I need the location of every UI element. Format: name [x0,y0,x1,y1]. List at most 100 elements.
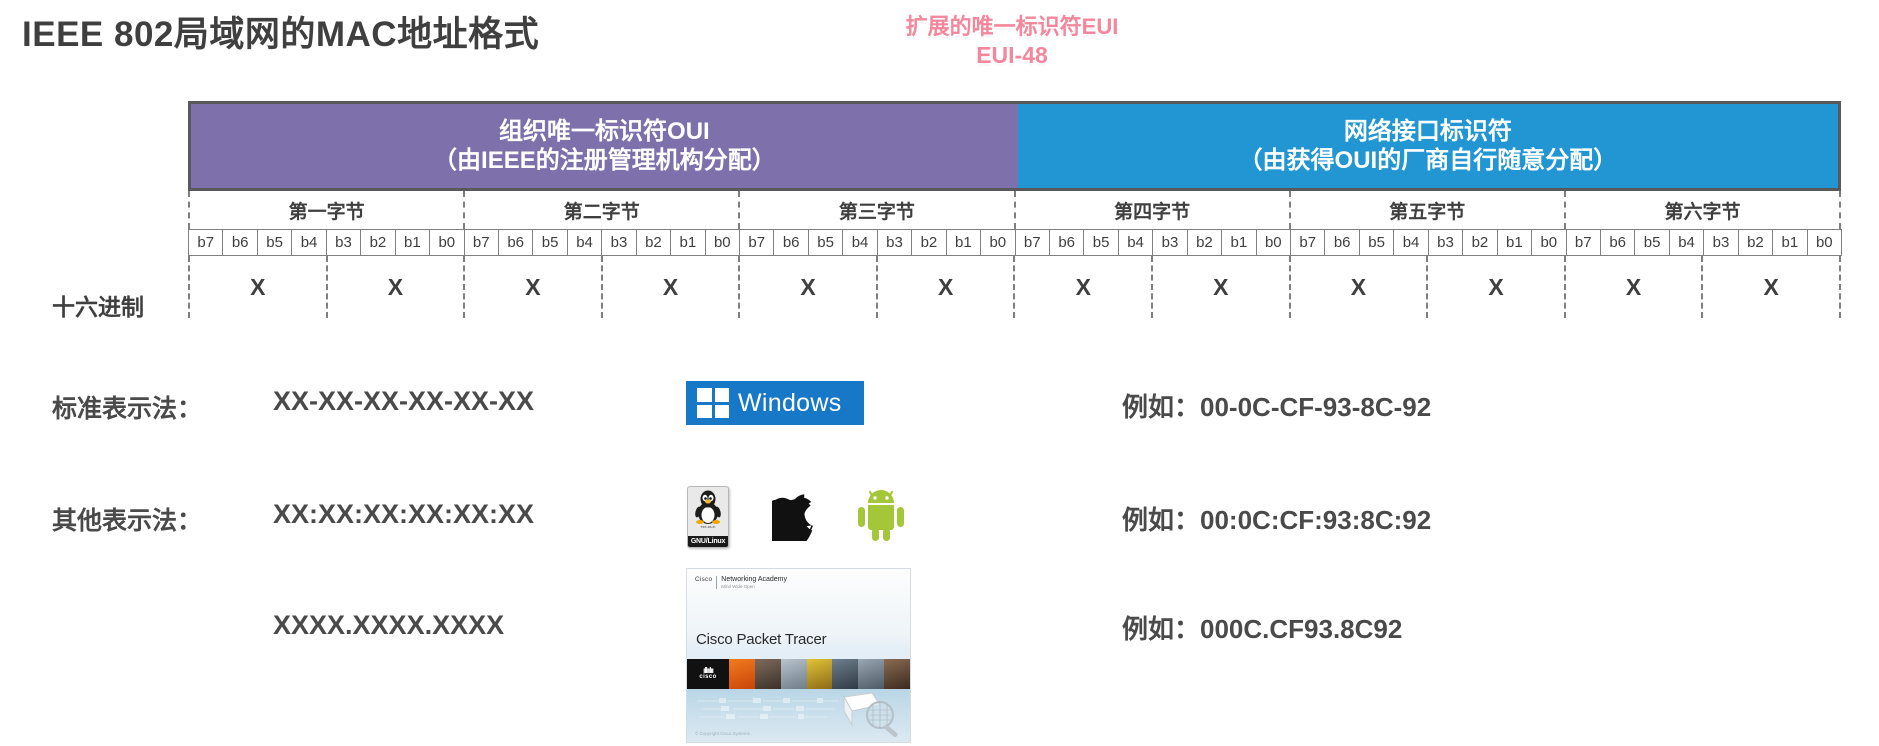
hex-digit-mark: X [1563,256,1702,318]
bit-cell: b4 [1393,229,1429,256]
page-title: IEEE 802局域网的MAC地址格式 [22,15,540,54]
eui-caption-line1: 扩展的唯一标识符EUI [905,14,1119,39]
bit-group: b7 b6 b5 b4 b3 b2 b1 b0 [188,229,465,256]
oui-subtitle: （由IEEE的注册管理机构分配） [433,147,776,174]
photo-tile [832,659,859,689]
hex-digit-mark: X [325,256,464,318]
bit-cell: b2 [360,229,396,256]
cisco-logo-icon: ıllıılıı cisco [687,659,729,689]
byte-header: 第一字节 [188,191,463,229]
bit-group: b7 b6 b5 b4 b3 b2 b1 b0 [1014,229,1291,256]
other-notation-label: 其他表示法： [52,507,203,535]
eui-caption: 扩展的唯一标识符EUI EUI-48 [862,14,1162,69]
windows-logo-text: Windows [738,388,842,417]
hex-digit-mark: X [1151,256,1289,318]
bit-cell: b0 [429,229,465,256]
address-banner: 组织唯一标识符OUI （由IEEE的注册管理机构分配） 网络接口标识符 （由获得… [188,101,1841,191]
nic-subtitle: （由获得OUI的厂商自行随意分配） [1238,147,1618,174]
mind-wide-open-text: Mind Wide Open [721,584,755,589]
byte-bit-grid: 第一字节 第二字节 第三字节 第四字节 第五字节 第六字节 b7 b6 b5 b4 b3 b2 b1 b… [188,191,1842,318]
photo-tile [754,659,781,689]
bit-group: b7 b6 b5 b4 b3 b2 b1 b0 [1565,229,1842,256]
network-diagram-icon [697,698,839,719]
bit-cell: b6 [222,229,258,256]
windows-icon [697,388,729,418]
hex-digit-mark: X [1013,256,1151,318]
bit-cell: b7 [188,229,224,256]
linux-sub-caption: free-as-in [700,525,716,529]
oui-segment: 组织唯一标识符OUI （由IEEE的注册管理机构分配） [191,104,1018,188]
bit-cell: b6 [1324,229,1360,256]
hex-digit-mark: X [188,256,326,318]
hex-row-label: 十六进制 [52,294,144,320]
nic-title: 网络接口标识符 [1343,117,1512,145]
bit-cell: b4 [842,229,878,256]
bit-cell: b1 [1772,229,1808,256]
bit-cell: b3 [1427,229,1464,256]
bit-cell: b1 [394,229,431,256]
byte-header: 第六字节 [1563,191,1842,229]
bit-cell: b6 [1599,229,1636,256]
hex-digit-mark: X [1701,256,1841,318]
byte-header-row: 第一字节 第二字节 第三字节 第四字节 第五字节 第六字节 [188,191,1842,229]
bit-cell: b7 [1014,229,1050,256]
networking-academy-block: Networking Academy Mind Wide Open [721,576,787,590]
magnifier-icon [843,692,898,737]
bit-cell: b2 [635,229,672,256]
photo-tile [806,659,833,689]
dotted-notation-value: XXXX.XXXX.XXXX [273,610,505,640]
bit-cell: b3 [1152,229,1188,256]
bit-cell: b2 [1462,229,1498,256]
photo-tile [884,659,910,689]
bit-cell: b5 [807,229,844,256]
bit-cells-row: b7 b6 b5 b4 b3 b2 b1 b0 b7 b6 b5 b4 b3 b2 b1 b0 b7 b6 b5 b4… [188,229,1842,256]
packet-tracer-title: Cisco Packet Tracer [696,631,827,648]
photo-tile [729,659,755,689]
hex-marks-row: XXXXXXXXXXXX [188,256,1841,318]
bit-group: b7 b6 b5 b4 b3 b2 b1 b0 [1290,229,1567,256]
packet-tracer-photo-strip: ıllıılıı cisco [687,659,910,689]
bit-cell: b0 [1531,229,1567,256]
bit-cell: b2 [1737,229,1774,256]
packet-tracer-header: Cisco Networking Academy Mind Wide Open [695,576,787,590]
bit-cell: b4 [1117,229,1154,256]
hex-digit-mark: X [875,256,1014,318]
bit-cell: b3 [601,229,637,256]
bit-cell: b7 [739,229,775,256]
bit-cell: b1 [1496,229,1533,256]
bit-cell: b7 [1290,229,1326,256]
bit-cell: b1 [670,229,706,256]
bit-cell: b2 [911,229,947,256]
bit-cell: b6 [497,229,534,256]
bit-cell: b5 [532,229,568,256]
bit-cell: b0 [704,229,740,256]
bit-cell: b0 [980,229,1016,256]
byte-header: 第四字节 [1013,191,1289,229]
divider [716,576,718,589]
byte-header: 第五字节 [1288,191,1564,229]
linux-logo: free-as-in GNU/Linux [687,486,729,548]
nic-segment: 网络接口标识符 （由获得OUI的厂商自行随意分配） [1017,104,1838,188]
bit-cell: b6 [1048,229,1085,256]
bit-cell: b2 [1186,229,1223,256]
byte-header: 第三字节 [738,191,1013,229]
standard-notation-label: 标准表示法： [52,395,203,423]
bit-cell: b1 [945,229,982,256]
bit-cell: b7 [463,229,499,256]
bit-cell: b5 [1358,229,1395,256]
oui-title: 组织唯一标识符OUI [499,117,710,145]
apple-logo-icon [772,494,813,541]
hex-digit-mark: X [1426,256,1564,318]
other-notation-example: 例如：00:0C:CF:93:8C:92 [1122,505,1432,535]
bit-cell: b6 [773,229,809,256]
packet-tracer-footer: © Copyright Cisco Systems [695,731,750,736]
linux-caption: GNU/Linux [688,536,728,547]
bit-cell: b7 [1565,229,1601,256]
standard-notation-value: XX-XX-XX-XX-XX-XX [273,386,535,416]
bit-cell: b4 [566,229,603,256]
dotted-notation-example: 例如：000C.CF93.8C92 [1122,614,1403,644]
slide-canvas: IEEE 802局域网的MAC地址格式 扩展的唯一标识符EUI EUI-48 组… [0,0,1879,746]
bit-cell: b0 [1255,229,1291,256]
packet-tracer-splash: Cisco Networking Academy Mind Wide Open … [686,568,911,743]
networking-academy-text: Networking Academy [721,576,788,583]
